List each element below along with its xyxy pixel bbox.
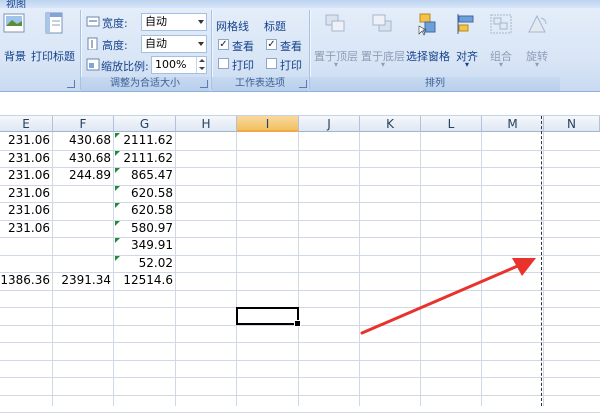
red-arrow-annotation [360,258,536,335]
annotation-arrow-layer [360,258,536,335]
